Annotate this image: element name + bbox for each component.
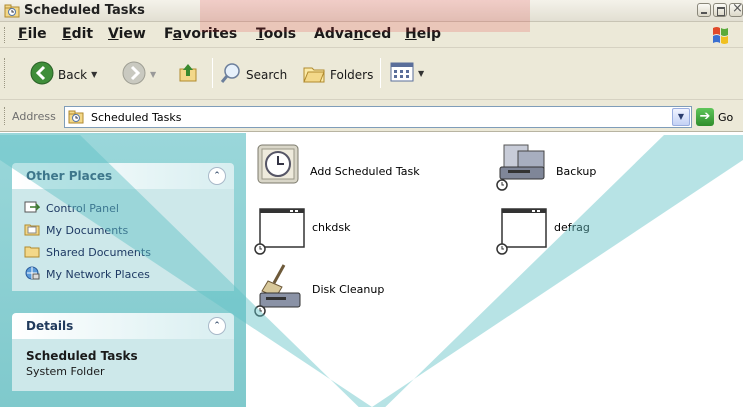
menu-edit[interactable]: Edit <box>62 26 93 42</box>
folders-button[interactable]: Folders <box>302 62 373 87</box>
link-control-panel[interactable]: Control Panel <box>24 199 119 218</box>
folders-icon <box>302 62 326 87</box>
network-places-icon <box>24 265 40 284</box>
my-documents-icon <box>24 221 40 240</box>
details-header[interactable]: Details ⌃ <box>12 313 234 339</box>
menu-view[interactable]: View <box>108 26 146 42</box>
details-title: Details <box>26 319 74 333</box>
link-shared-documents[interactable]: Shared Documents <box>24 243 151 262</box>
address-dropdown-icon[interactable]: ▼ <box>672 108 690 126</box>
views-dropdown-icon[interactable]: ▼ <box>418 69 424 78</box>
standard-toolbar: Back ▼ ▼ Search Folders ▼ <box>0 48 743 100</box>
collapse-chevron-icon[interactable]: ⌃ <box>208 167 226 185</box>
other-places-title: Other Places <box>26 169 113 183</box>
menu-help[interactable]: Help <box>405 26 441 42</box>
control-panel-icon <box>24 199 41 218</box>
toolbar-grip <box>4 58 7 88</box>
add-scheduled-task-icon <box>254 139 304 192</box>
maximize-button[interactable] <box>713 3 727 17</box>
windows-logo-icon <box>705 24 735 46</box>
shared-documents-icon <box>24 243 40 262</box>
link-my-documents[interactable]: My Documents <box>24 221 128 240</box>
backup-task-icon <box>496 139 550 196</box>
go-arrow-icon: ➔ <box>696 108 714 126</box>
chkdsk-task-icon <box>254 207 306 260</box>
disk-cleanup-task-icon <box>254 263 306 322</box>
item-label: Backup <box>556 165 597 178</box>
other-places-body: Control Panel My Documents Shared Docume… <box>12 189 234 291</box>
item-label: defrag <box>554 221 590 234</box>
menu-tools[interactable]: Tools <box>256 26 296 42</box>
item-label: Disk Cleanup <box>312 283 385 296</box>
minimize-button[interactable] <box>697 3 711 17</box>
backup-item[interactable]: Backup <box>496 139 596 196</box>
details-name: Scheduled Tasks <box>26 349 138 363</box>
forward-dropdown-icon[interactable]: ▼ <box>150 70 156 79</box>
back-arrow-icon <box>30 61 54 88</box>
menu-bar: File Edit View Favorites Tools Advanced … <box>0 22 743 48</box>
menu-file[interactable]: File <box>18 26 47 42</box>
chkdsk-item[interactable]: chkdsk <box>254 207 350 260</box>
item-label: Add Scheduled Task <box>310 165 420 178</box>
forward-arrow-icon <box>122 61 146 88</box>
close-button[interactable] <box>729 1 743 17</box>
details-type: System Folder <box>26 365 105 378</box>
address-label: Address <box>12 110 56 123</box>
defrag-item[interactable]: defrag <box>496 207 590 260</box>
forward-button[interactable]: ▼ <box>122 61 156 88</box>
collapse-chevron-icon[interactable]: ⌃ <box>208 317 226 335</box>
title-bar: Scheduled Tasks <box>0 0 743 22</box>
search-icon <box>220 62 242 87</box>
details-body: Scheduled Tasks System Folder <box>12 339 234 391</box>
item-label: chkdsk <box>312 221 351 234</box>
file-list: Add Scheduled Task Backup chkdsk defrag … <box>246 133 743 407</box>
go-button[interactable]: ➔ Go <box>696 108 733 126</box>
add-scheduled-task-item[interactable]: Add Scheduled Task <box>254 139 420 192</box>
up-folder-icon <box>176 61 200 88</box>
menu-advanced[interactable]: Advanced <box>314 26 391 42</box>
scheduled-tasks-folder-icon <box>4 3 20 22</box>
search-button[interactable]: Search <box>220 62 287 87</box>
toolbar-separator <box>212 58 213 88</box>
window-title: Scheduled Tasks <box>24 3 145 18</box>
go-label: Go <box>718 110 734 124</box>
views-button[interactable]: ▼ <box>390 62 424 85</box>
search-label: Search <box>246 67 288 82</box>
back-dropdown-icon[interactable]: ▼ <box>91 70 97 79</box>
address-bar: Address Scheduled Tasks ▼ ➔ Go <box>0 100 743 132</box>
address-grip <box>4 107 7 125</box>
disk-cleanup-item[interactable]: Disk Cleanup <box>254 263 384 322</box>
scheduled-tasks-folder-icon <box>68 109 84 128</box>
other-places-header[interactable]: Other Places ⌃ <box>12 163 234 189</box>
up-folder-button[interactable] <box>176 61 200 88</box>
menu-grip <box>4 27 7 43</box>
back-button[interactable]: Back ▼ <box>30 61 97 88</box>
address-value: Scheduled Tasks <box>91 111 182 124</box>
menu-favorites[interactable]: Favorites <box>164 26 237 42</box>
folders-label: Folders <box>330 67 374 82</box>
toolbar-separator <box>380 58 381 88</box>
views-icon <box>390 62 414 85</box>
link-my-network-places[interactable]: My Network Places <box>24 265 150 284</box>
defrag-task-icon <box>496 207 548 260</box>
address-input[interactable]: Scheduled Tasks ▼ <box>64 106 692 128</box>
task-pane: Other Places ⌃ Control Panel My Document… <box>0 133 246 407</box>
back-label: Back <box>58 67 88 82</box>
